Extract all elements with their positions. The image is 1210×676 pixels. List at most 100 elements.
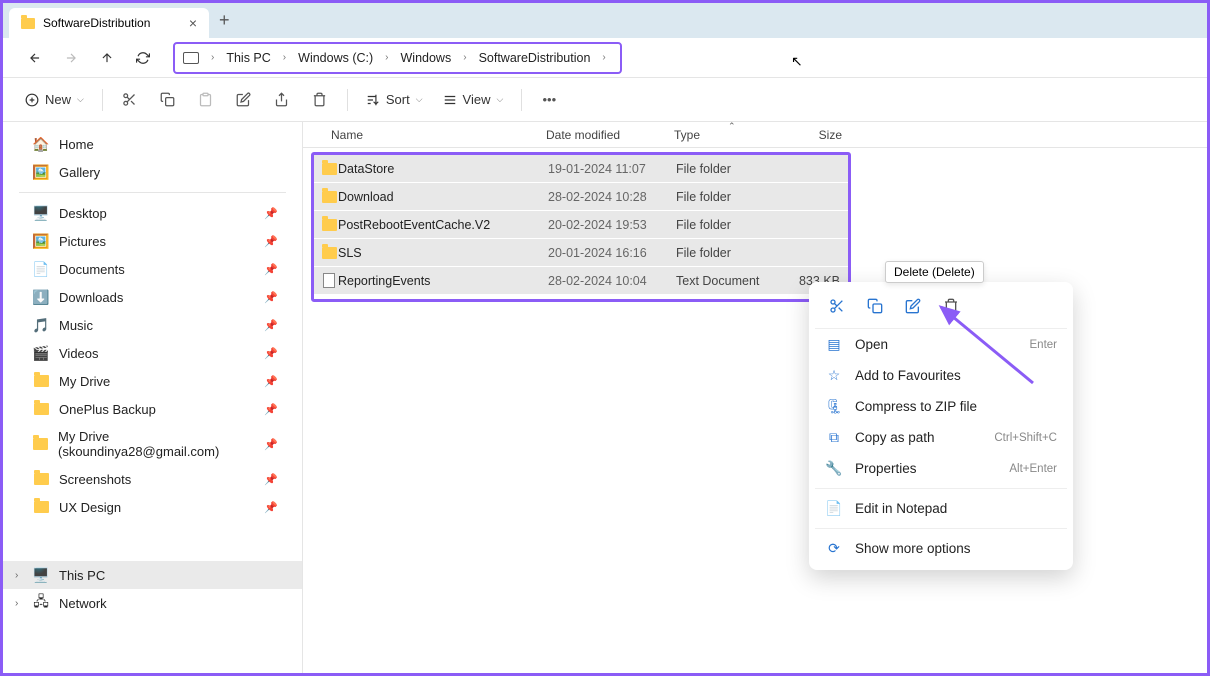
sidebar-item-network[interactable]: › 🖧 Network [3, 589, 302, 617]
ctx-delete-button[interactable] [935, 292, 967, 320]
sidebar-item-quick[interactable]: UX Design📌 [3, 493, 302, 521]
ctx-label: Show more options [855, 541, 971, 556]
folder-icon [322, 163, 337, 175]
share-button[interactable] [265, 87, 299, 112]
new-button[interactable]: New ⌵ [17, 87, 92, 112]
table-row[interactable]: ReportingEvents28-02-2024 10:04Text Docu… [314, 267, 848, 294]
sidebar-item-quick[interactable]: OnePlus Backup📌 [3, 395, 302, 423]
breadcrumb-item[interactable]: SoftwareDistribution [475, 49, 595, 67]
delete-button[interactable] [303, 87, 337, 112]
ctx-open[interactable]: ▤ Open Enter [815, 329, 1067, 360]
view-button[interactable]: View ⌵ [435, 87, 512, 112]
desktop-icon: 🖥️ [33, 205, 49, 221]
sidebar-item-label: Pictures [59, 234, 106, 249]
ctx-label: Compress to ZIP file [855, 399, 977, 414]
new-tab-button[interactable]: + [219, 10, 230, 31]
more-icon: ⟳ [825, 540, 843, 557]
file-list-highlight: DataStore19-01-2024 11:07File folderDown… [311, 152, 851, 302]
pin-icon: 📌 [264, 207, 278, 220]
forward-button[interactable] [55, 44, 87, 72]
downloads-icon: ⬇️ [33, 289, 49, 305]
ctx-copy-button[interactable] [859, 292, 891, 320]
ctx-favourites[interactable]: ☆ Add to Favourites [815, 360, 1067, 391]
file-name: SLS [338, 246, 548, 260]
chevron-right-icon: › [205, 52, 220, 63]
breadcrumb[interactable]: › This PC › Windows (C:) › Windows › Sof… [173, 42, 622, 74]
ctx-copy-path[interactable]: ⧉ Copy as path Ctrl+Shift+C [815, 422, 1067, 453]
file-date: 19-01-2024 11:07 [548, 162, 676, 176]
tab-close-button[interactable]: × [189, 15, 197, 31]
context-menu-icon-row [815, 288, 1067, 329]
sidebar-item-label: Music [59, 318, 93, 333]
sidebar-item-label: OnePlus Backup [59, 402, 156, 417]
column-header-date[interactable]: Date modified [546, 128, 674, 142]
music-icon: 🎵 [33, 317, 49, 333]
sidebar-item-quick[interactable]: 🎵Music📌 [3, 311, 302, 339]
separator [815, 488, 1067, 489]
ctx-hint: Ctrl+Shift+C [994, 432, 1057, 444]
cut-button[interactable] [113, 87, 147, 112]
refresh-button[interactable] [127, 44, 159, 72]
ctx-compress-zip[interactable]: 🗜 Compress to ZIP file [815, 391, 1067, 422]
sidebar-item-quick[interactable]: My Drive (skoundinya28@gmail.com)📌 [3, 423, 302, 465]
breadcrumb-item[interactable]: This PC [222, 49, 274, 67]
separator [19, 192, 286, 193]
file-type: File folder [676, 190, 784, 204]
ctx-label: Copy as path [855, 430, 935, 445]
sidebar-item-quick[interactable]: 🎬Videos📌 [3, 339, 302, 367]
table-row[interactable]: Download28-02-2024 10:28File folder [314, 183, 848, 210]
chevron-right-icon[interactable]: › [15, 598, 18, 609]
sidebar-item-thispc[interactable]: › 🖥️ This PC [3, 561, 302, 589]
paste-button[interactable] [189, 87, 223, 112]
sidebar-item-quick[interactable]: My Drive📌 [3, 367, 302, 395]
back-button[interactable] [19, 44, 51, 72]
pin-icon: 📌 [264, 291, 278, 304]
sidebar: 🏠 Home 🖼️ Gallery 🖥️Desktop📌🖼️Pictures📌📄… [3, 122, 303, 673]
pin-icon: 📌 [264, 235, 278, 248]
ctx-edit-notepad[interactable]: 📄 Edit in Notepad [815, 493, 1067, 524]
sidebar-item-quick[interactable]: 🖥️Desktop📌 [3, 199, 302, 227]
pin-icon: 📌 [264, 347, 278, 360]
pin-icon: 📌 [264, 473, 278, 486]
separator [347, 89, 348, 111]
file-icon [323, 273, 335, 288]
ctx-show-more[interactable]: ⟳ Show more options [815, 533, 1067, 564]
sidebar-item-quick[interactable]: ⬇️Downloads📌 [3, 283, 302, 311]
notepad-icon: 📄 [825, 500, 843, 517]
chevron-right-icon[interactable]: › [15, 570, 18, 581]
breadcrumb-item[interactable]: Windows [397, 49, 456, 67]
folder-icon [33, 373, 49, 389]
copy-button[interactable] [151, 87, 185, 112]
table-row[interactable]: PostRebootEventCache.V220-02-2024 19:53F… [314, 211, 848, 238]
ctx-properties[interactable]: 🔧 Properties Alt+Enter [815, 453, 1067, 484]
ctx-cut-button[interactable] [821, 292, 853, 320]
separator [815, 528, 1067, 529]
sidebar-item-gallery[interactable]: 🖼️ Gallery [3, 158, 302, 186]
pin-icon: 📌 [264, 375, 278, 388]
folder-icon [33, 436, 48, 452]
link-icon: ⧉ [825, 429, 843, 446]
chevron-right-icon: › [277, 52, 292, 63]
breadcrumb-item[interactable]: Windows (C:) [294, 49, 377, 67]
column-header-name[interactable]: Name [321, 128, 546, 142]
ctx-rename-button[interactable] [897, 292, 929, 320]
more-button[interactable]: ••• [532, 87, 566, 112]
column-header-size[interactable]: Size [782, 128, 852, 142]
file-name: PostRebootEventCache.V2 [338, 218, 548, 232]
sidebar-item-home[interactable]: 🏠 Home [3, 130, 302, 158]
table-row[interactable]: DataStore19-01-2024 11:07File folder [314, 155, 848, 182]
pin-icon: 📌 [264, 438, 278, 451]
sort-button[interactable]: Sort ⌵ [358, 87, 431, 112]
sidebar-item-quick[interactable]: 🖼️Pictures📌 [3, 227, 302, 255]
sidebar-item-label: Network [59, 596, 107, 611]
home-icon: 🏠 [33, 136, 49, 152]
sidebar-item-quick[interactable]: 📄Documents📌 [3, 255, 302, 283]
table-row[interactable]: SLS20-01-2024 16:16File folder [314, 239, 848, 266]
file-date: 20-02-2024 19:53 [548, 218, 676, 232]
tab-active[interactable]: SoftwareDistribution × [9, 8, 209, 38]
documents-icon: 📄 [33, 261, 49, 277]
up-button[interactable] [91, 44, 123, 72]
file-name: ReportingEvents [338, 274, 548, 288]
rename-button[interactable] [227, 87, 261, 112]
sidebar-item-quick[interactable]: Screenshots📌 [3, 465, 302, 493]
